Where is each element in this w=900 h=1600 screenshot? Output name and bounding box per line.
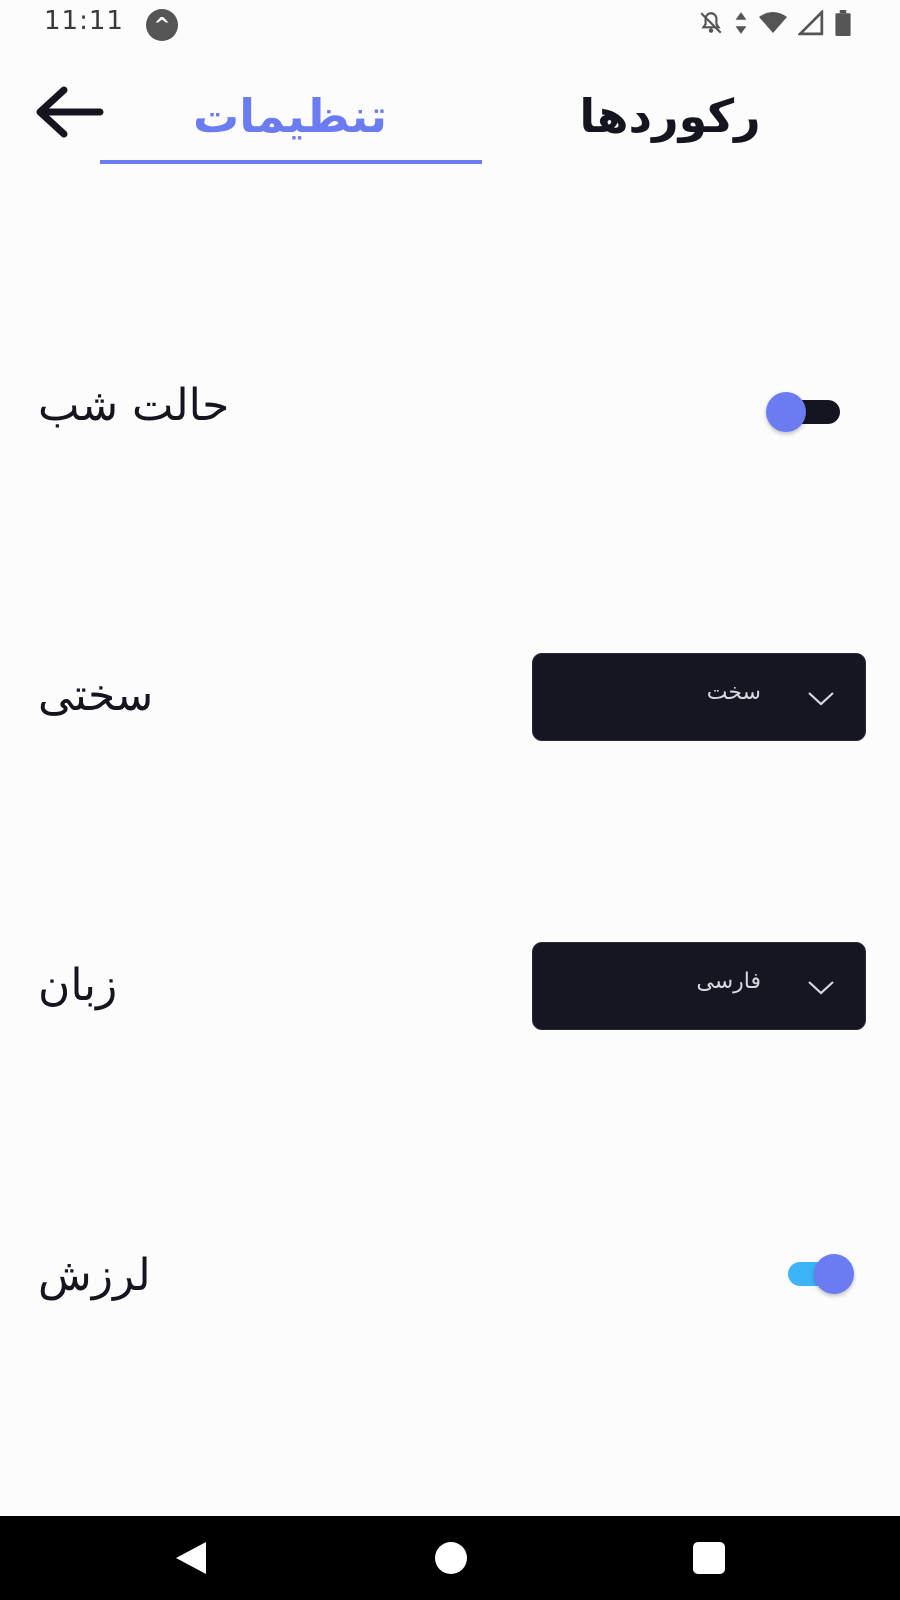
nav-home-icon[interactable] xyxy=(435,1542,467,1574)
status-icons xyxy=(698,10,852,36)
vibration-toggle[interactable] xyxy=(784,1254,864,1294)
battery-icon xyxy=(835,10,851,36)
language-label: زبان xyxy=(38,960,118,1011)
chevron-down-icon xyxy=(808,981,834,995)
nav-back-icon[interactable] xyxy=(172,1538,212,1578)
language-value: فارسی xyxy=(696,969,761,994)
night-mode-toggle[interactable] xyxy=(766,392,846,432)
toggle-thumb xyxy=(814,1254,854,1294)
tab-settings[interactable]: تنظیمات xyxy=(100,76,480,156)
vibration-label: لرزش xyxy=(38,1250,151,1301)
tab-records[interactable]: رکوردها xyxy=(540,76,800,156)
night-mode-label: حالت شب xyxy=(38,380,230,431)
wifi-icon xyxy=(759,12,787,33)
difficulty-dropdown[interactable]: سخت xyxy=(532,653,866,741)
arrow-left-icon xyxy=(36,86,104,138)
expo-caret-icon: ^ xyxy=(146,9,178,41)
language-dropdown[interactable]: فارسی xyxy=(532,942,866,1030)
signal-icon xyxy=(798,10,824,36)
difficulty-value: سخت xyxy=(706,680,761,705)
back-button[interactable] xyxy=(32,80,104,144)
active-tab-indicator xyxy=(100,160,482,164)
notifications-off-icon xyxy=(700,12,722,34)
status-time: 11:11 xyxy=(44,6,124,36)
toggle-thumb xyxy=(766,392,806,432)
chevron-down-icon xyxy=(808,692,834,706)
nav-recents-icon[interactable] xyxy=(693,1542,725,1574)
difficulty-label: سختی xyxy=(38,670,154,721)
data-arrows-icon xyxy=(735,12,747,34)
system-nav-bar xyxy=(0,1516,900,1600)
status-bar: 11:11 ^ xyxy=(0,0,900,48)
